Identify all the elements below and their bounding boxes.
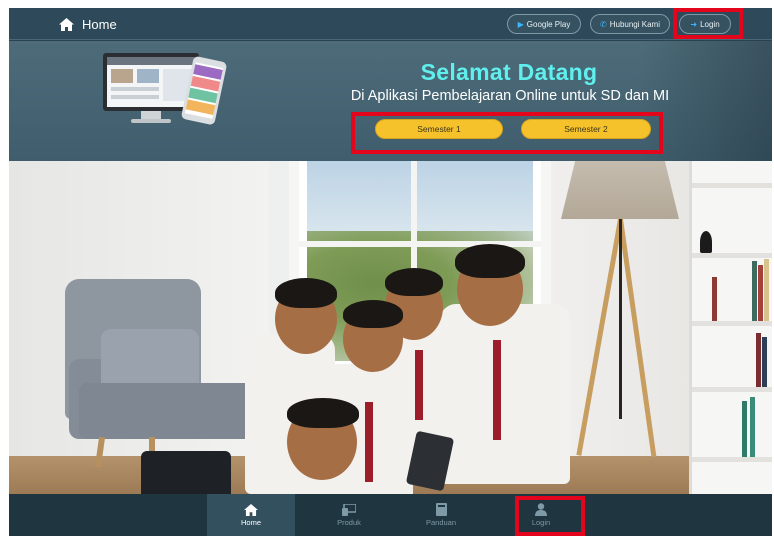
user-icon: [535, 503, 547, 516]
phone-icon: ✆: [600, 19, 607, 29]
hero-banner: Selamat Datang Di Aplikasi Pembelajaran …: [9, 41, 772, 161]
product-icon: [342, 503, 356, 516]
home-link[interactable]: Home: [59, 14, 117, 34]
floor-lamp: [561, 161, 679, 219]
home-icon: [244, 503, 258, 516]
top-bar: Home ▶ Google Play ✆ Hubungi Kami ➜ Logi…: [9, 8, 772, 40]
sign-in-icon: ➜: [690, 19, 698, 29]
login-label-top: Login: [700, 19, 720, 29]
hero-photo: [9, 161, 772, 494]
play-icon: ▶: [517, 19, 524, 29]
nav-panduan-label: Panduan: [425, 518, 457, 527]
home-link-label: Home: [82, 16, 117, 32]
devices-illustration: [103, 53, 227, 125]
nav-home[interactable]: Home: [207, 494, 295, 536]
nav-produk[interactable]: Produk: [305, 494, 393, 536]
nav-panduan[interactable]: Panduan: [397, 494, 485, 536]
laptop: [141, 451, 231, 494]
nav-login-label: Login: [531, 518, 551, 527]
google-play-button[interactable]: ▶ Google Play: [507, 14, 581, 34]
login-button-top[interactable]: ➜ Login: [679, 14, 731, 34]
bookshelf: [689, 161, 772, 494]
google-play-label: Google Play: [526, 19, 571, 29]
app-frame: Home ▶ Google Play ✆ Hubungi Kami ➜ Logi…: [9, 8, 772, 536]
hero-subtitle: Di Aplikasi Pembelajaran Online untuk SD…: [350, 88, 670, 104]
contact-label: Hubungi Kami: [609, 19, 660, 29]
home-icon: [59, 17, 74, 31]
students-photo: [235, 244, 595, 494]
nav-produk-label: Produk: [337, 517, 361, 527]
semester-2-button[interactable]: Semester 2: [521, 119, 651, 139]
book-icon: [435, 503, 447, 516]
bottom-navigation: Home Produk Panduan Login: [9, 494, 772, 536]
contact-button[interactable]: ✆ Hubungi Kami: [590, 14, 670, 34]
nav-login[interactable]: Login: [497, 494, 585, 536]
hero-title: Selamat Datang: [420, 59, 598, 85]
nav-home-label: Home: [240, 517, 261, 527]
semester-1-button[interactable]: Semester 1: [375, 119, 503, 139]
